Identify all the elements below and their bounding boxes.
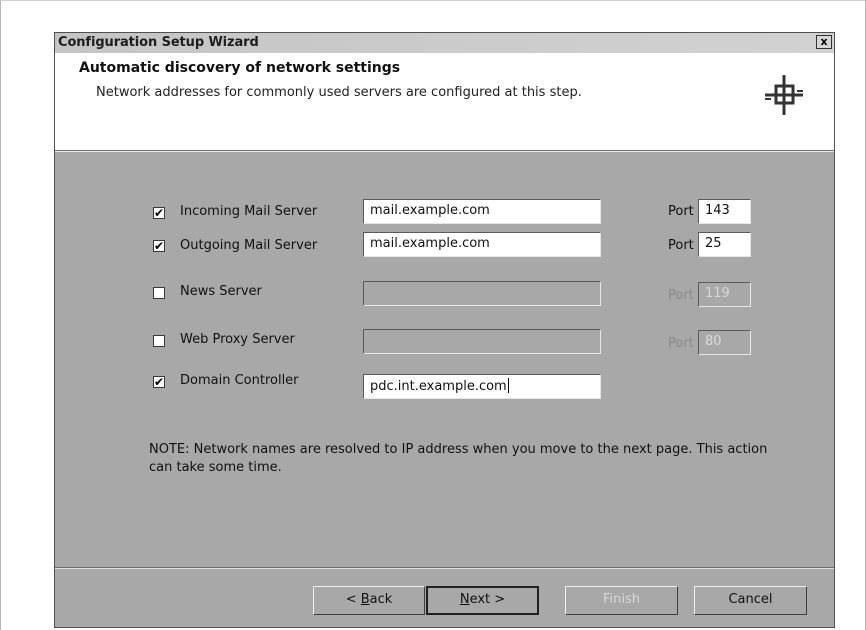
window-title: Configuration Setup Wizard <box>58 35 259 50</box>
page-border <box>0 0 866 1</box>
outgoing-mail-port-label: Port <box>668 238 694 253</box>
web-proxy-address-input[interactable] <box>363 329 601 354</box>
footer-divider-highlight <box>55 568 834 569</box>
outgoing-mail-label: Outgoing Mail Server <box>180 238 318 253</box>
news-server-checkbox[interactable] <box>153 287 165 299</box>
outgoing-mail-port-input[interactable]: 25 <box>698 232 751 257</box>
page-subtitle: Network addresses for commonly used serv… <box>96 85 582 100</box>
wizard-logo-icon <box>765 75 803 115</box>
wizard-window: Configuration Setup Wizard x Automatic d… <box>54 32 835 628</box>
cancel-button[interactable]: Cancel <box>694 586 807 615</box>
back-button-label: ack <box>369 592 393 607</box>
web-proxy-port-label: Port <box>668 336 694 351</box>
incoming-mail-label: Incoming Mail Server <box>180 204 318 219</box>
header-divider <box>55 151 834 152</box>
domain-controller-address-text: pdc.int.example.com <box>370 379 507 394</box>
outgoing-mail-checkbox[interactable]: ✔ <box>153 240 165 252</box>
back-button-mnemonic: B <box>360 592 370 607</box>
incoming-mail-port-label: Port <box>668 204 694 219</box>
web-proxy-checkbox[interactable] <box>153 335 165 347</box>
domain-controller-address-input[interactable]: pdc.int.example.com <box>363 374 601 399</box>
incoming-mail-address-input[interactable]: mail.example.com <box>363 199 601 224</box>
text-caret <box>507 378 509 393</box>
page-border <box>0 0 1 630</box>
next-button[interactable]: Next > <box>426 586 539 615</box>
incoming-mail-port-input[interactable]: 143 <box>698 199 751 224</box>
note-text: NOTE: Network names are resolved to IP a… <box>149 442 768 475</box>
title-bar[interactable]: Configuration Setup Wizard x <box>55 33 834 53</box>
next-button-label: ext > <box>469 592 506 607</box>
finish-button[interactable]: Finish <box>565 586 678 615</box>
next-button-mnemonic: N <box>459 592 470 607</box>
domain-controller-label: Domain Controller <box>180 373 299 388</box>
outgoing-mail-address-input[interactable]: mail.example.com <box>363 232 601 257</box>
web-proxy-label: Web Proxy Server <box>180 332 295 347</box>
close-icon[interactable]: x <box>816 35 832 49</box>
wizard-header: Automatic discovery of network settings … <box>55 53 834 151</box>
web-proxy-port-input[interactable]: 80 <box>698 330 751 355</box>
back-button-prefix: < <box>345 592 361 607</box>
domain-controller-checkbox[interactable]: ✔ <box>153 376 165 388</box>
news-server-port-label: Port <box>668 288 694 303</box>
news-server-port-input[interactable]: 119 <box>698 282 751 307</box>
incoming-mail-checkbox[interactable]: ✔ <box>153 207 165 219</box>
news-server-label: News Server <box>180 284 262 299</box>
back-button[interactable]: < Back <box>313 586 425 615</box>
page-title: Automatic discovery of network settings <box>79 60 401 76</box>
news-server-address-input[interactable] <box>363 281 601 306</box>
